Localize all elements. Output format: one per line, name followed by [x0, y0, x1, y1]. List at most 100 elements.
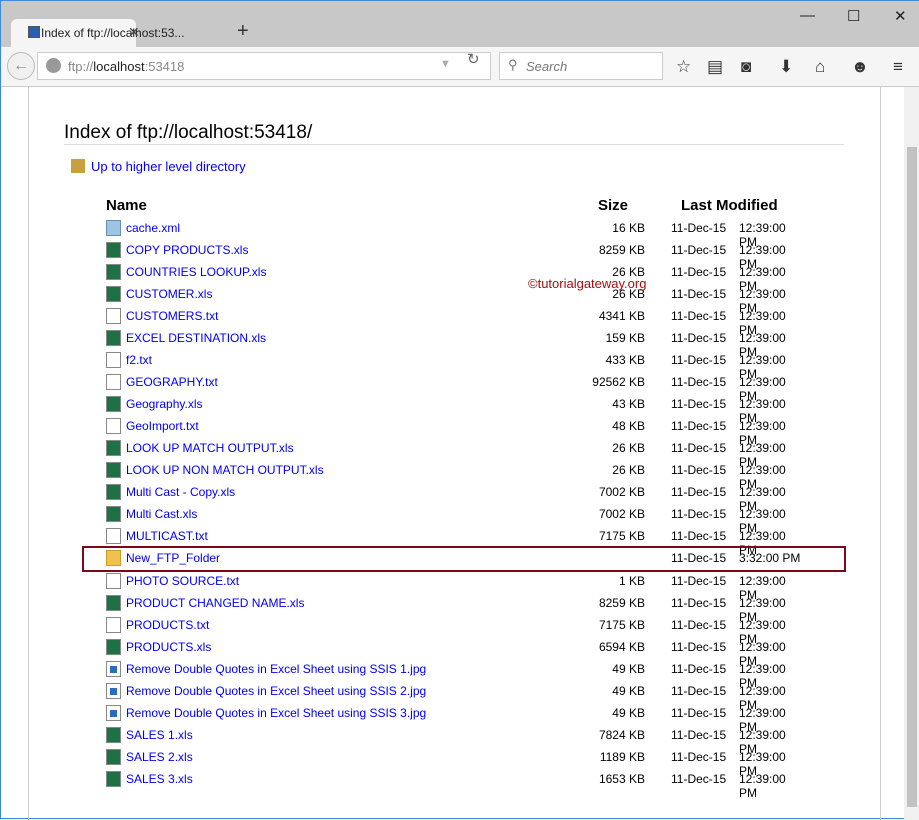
file-name[interactable]: LOOK UP NON MATCH OUTPUT.xls — [126, 463, 324, 477]
file-name[interactable]: Remove Double Quotes in Excel Sheet usin… — [126, 662, 426, 676]
file-time: 12:39:00 PM — [739, 772, 786, 800]
file-row: Remove Double Quotes in Excel Sheet usin… — [106, 682, 806, 712]
reload-icon[interactable]: ↻ — [467, 50, 480, 68]
file-row: CUSTOMER.xls 26 KB 11-Dec-15 12:39:00 PM — [106, 285, 806, 315]
menu-icon[interactable]: ≡ — [893, 57, 903, 77]
file-name[interactable]: MULTICAST.txt — [126, 529, 208, 543]
watermark: ©tutorialgateway.org — [528, 276, 647, 291]
file-date: 11-Dec-15 — [671, 684, 727, 698]
close-tab-icon[interactable]: ✕ — [128, 24, 140, 41]
file-name[interactable]: Remove Double Quotes in Excel Sheet usin… — [126, 706, 426, 720]
file-row: CUSTOMERS.txt 4341 KB 11-Dec-15 12:39:00 PM — [106, 307, 806, 337]
txt-file-icon — [106, 617, 121, 633]
tab-active[interactable]: Index of ftp://localhost:53... ✕ — [11, 19, 184, 47]
file-name[interactable]: CUSTOMERS.txt — [126, 309, 218, 323]
file-name[interactable]: GEOGRAPHY.txt — [126, 375, 218, 389]
url-port: :53418 — [144, 59, 185, 74]
xls-file-icon — [106, 639, 121, 655]
globe-icon — [46, 58, 61, 73]
file-size: 26 KB — [612, 463, 645, 477]
file-name[interactable]: EXCEL DESTINATION.xls — [126, 331, 266, 345]
file-date: 11-Dec-15 — [671, 221, 727, 235]
file-date: 11-Dec-15 — [671, 662, 727, 676]
file-name[interactable]: GeoImport.txt — [126, 419, 199, 433]
file-name[interactable]: PHOTO SOURCE.txt — [126, 574, 239, 588]
txt-file-icon — [106, 528, 121, 544]
file-date: 11-Dec-15 — [671, 529, 727, 543]
download-icon[interactable]: ⬇ — [779, 57, 793, 77]
file-name[interactable]: LOOK UP MATCH OUTPUT.xls — [126, 441, 294, 455]
file-size: 7175 KB — [598, 529, 645, 543]
header-size[interactable]: Size — [598, 197, 628, 214]
up-directory-link[interactable]: Up to higher level directory — [71, 159, 246, 174]
scrollbar[interactable] — [904, 87, 919, 820]
file-row: SALES 2.xls 1189 KB 11-Dec-15 12:39:00 PM — [106, 748, 806, 778]
file-date: 11-Dec-15 — [671, 419, 727, 433]
url-bar[interactable]: ftp://localhost:53418 ▼ — [37, 52, 491, 80]
divider — [64, 144, 844, 145]
file-size: 8259 KB — [598, 596, 645, 610]
file-date: 11-Dec-15 — [671, 507, 727, 521]
close-window-button[interactable]: ✕ — [894, 7, 907, 25]
file-name[interactable]: COUNTRIES LOOKUP.xls — [126, 265, 266, 279]
search-icon: ⚲ — [508, 57, 518, 72]
xls-file-icon — [106, 506, 121, 522]
xls-file-icon — [106, 595, 121, 611]
file-name[interactable]: Remove Double Quotes in Excel Sheet usin… — [126, 684, 426, 698]
hello-icon[interactable]: ☻ — [851, 57, 869, 77]
file-name[interactable]: Multi Cast - Copy.xls — [126, 485, 235, 499]
file-name[interactable]: Multi Cast.xls — [126, 507, 197, 521]
file-row: Remove Double Quotes in Excel Sheet usin… — [106, 704, 806, 734]
file-date: 11-Dec-15 — [671, 750, 727, 764]
file-name[interactable]: Geography.xls — [126, 397, 202, 411]
file-name[interactable]: PRODUCTS.xls — [126, 640, 211, 654]
header-last-modified[interactable]: Last Modified — [681, 197, 778, 214]
pocket-icon[interactable]: ◙ — [741, 57, 751, 77]
file-name[interactable]: PRODUCT CHANGED NAME.xls — [126, 596, 304, 610]
file-row: PHOTO SOURCE.txt 1 KB 11-Dec-15 12:39:00 PM — [106, 572, 806, 602]
file-size: 7002 KB — [598, 485, 645, 499]
file-size: 7175 KB — [598, 618, 645, 632]
file-name[interactable]: f2.txt — [126, 353, 152, 367]
file-date: 11-Dec-15 — [671, 618, 727, 632]
scrollbar-thumb[interactable] — [907, 147, 917, 807]
file-date: 11-Dec-15 — [671, 265, 727, 279]
file-date: 11-Dec-15 — [671, 287, 727, 301]
file-name[interactable]: SALES 1.xls — [126, 728, 193, 742]
dropdown-arrow-icon[interactable]: ▼ — [440, 58, 451, 70]
new-tab-button[interactable]: + — [237, 20, 249, 43]
file-size: 1 KB — [618, 574, 645, 588]
txt-file-icon — [106, 573, 121, 589]
up-link-label: Up to higher level directory — [91, 159, 246, 174]
minimize-button[interactable]: — — [800, 7, 815, 24]
file-name[interactable]: cache.xml — [126, 221, 180, 235]
reading-list-icon[interactable]: ▤ — [707, 57, 723, 77]
txt-file-icon — [106, 374, 121, 390]
file-row: LOOK UP NON MATCH OUTPUT.xls 26 KB 11-Dec-… — [106, 461, 806, 491]
file-size: 6594 KB — [598, 640, 645, 654]
xls-file-icon — [106, 484, 121, 500]
file-row: PRODUCTS.xls 6594 KB 11-Dec-15 12:39:00 PM — [106, 638, 806, 668]
bookmark-star-icon[interactable]: ☆ — [676, 57, 691, 77]
header-name[interactable]: Name — [106, 197, 147, 214]
back-button[interactable]: ← — [7, 52, 35, 80]
file-row: PRODUCT CHANGED NAME.xls 8259 KB 11-Dec-15… — [106, 594, 806, 624]
file-name[interactable]: SALES 2.xls — [126, 750, 193, 764]
home-icon[interactable]: ⌂ — [815, 57, 825, 77]
maximize-button[interactable]: ☐ — [847, 7, 860, 25]
file-name[interactable]: CUSTOMER.xls — [126, 287, 212, 301]
file-size: 48 KB — [612, 419, 645, 433]
file-size: 8259 KB — [598, 243, 645, 257]
file-size: 49 KB — [612, 662, 645, 676]
search-input[interactable]: ⚲ Search — [499, 52, 663, 80]
file-name[interactable]: SALES 3.xls — [126, 772, 193, 786]
url-scheme: ftp:// — [68, 59, 94, 74]
jpg-file-icon — [106, 705, 121, 721]
xls-file-icon — [106, 330, 121, 346]
file-name[interactable]: COPY PRODUCTS.xls — [126, 243, 248, 257]
file-name[interactable]: PRODUCTS.txt — [126, 618, 209, 632]
file-date: 11-Dec-15 — [671, 574, 727, 588]
file-row: LOOK UP MATCH OUTPUT.xls 26 KB 11-Dec-15 12… — [106, 439, 806, 469]
file-date: 11-Dec-15 — [671, 309, 727, 323]
url-host: localhost — [93, 59, 145, 74]
